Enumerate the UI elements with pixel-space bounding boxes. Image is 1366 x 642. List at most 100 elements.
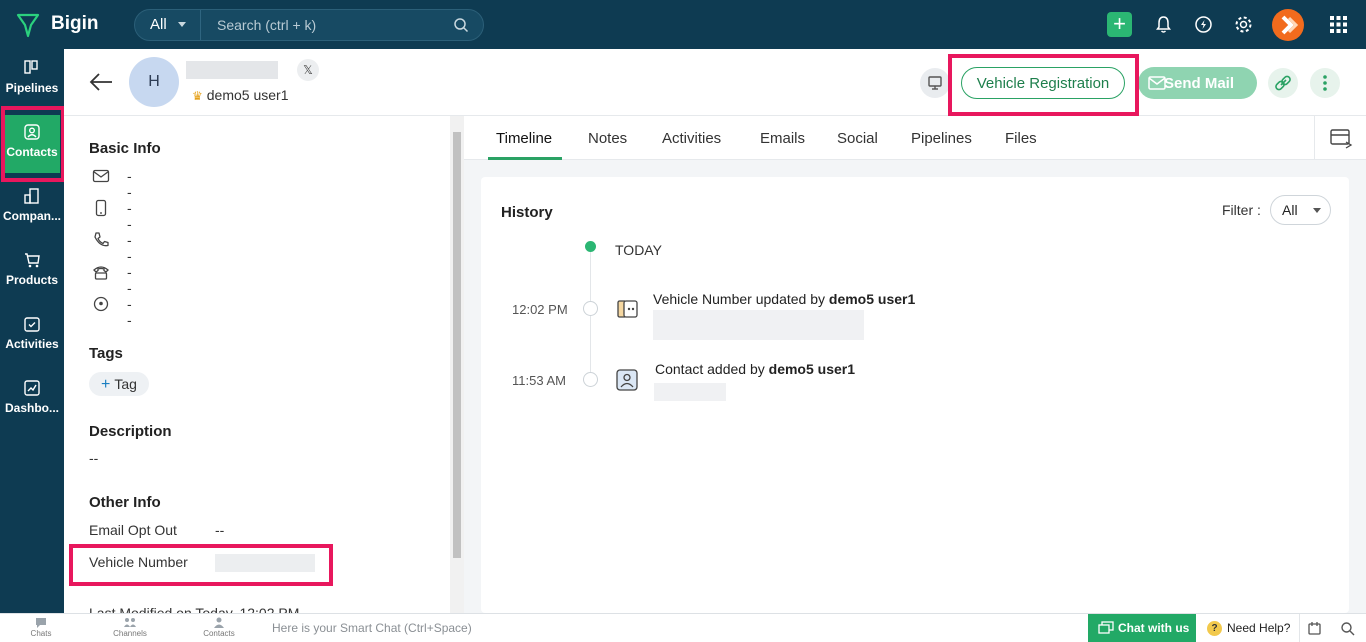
info-value-email: -- bbox=[127, 168, 132, 200]
search-icon[interactable] bbox=[453, 17, 469, 33]
entry-user[interactable]: demo5 user1 bbox=[769, 361, 855, 377]
dashboards-icon bbox=[24, 380, 40, 396]
upgrade-icon[interactable] bbox=[1191, 12, 1216, 37]
search-scope-dropdown[interactable]: All bbox=[135, 10, 201, 40]
add-tag-button[interactable]: + Tag bbox=[89, 372, 149, 396]
bottom-item-chats[interactable]: Chats bbox=[11, 616, 71, 638]
need-help-button[interactable]: ? Need Help? bbox=[1196, 614, 1300, 642]
landline-phone-icon bbox=[93, 266, 109, 280]
global-search: All bbox=[134, 9, 484, 41]
entry-detail-redacted bbox=[653, 310, 864, 340]
bottom-item-channels[interactable]: Channels bbox=[100, 616, 160, 638]
tab-pipelines[interactable]: Pipelines bbox=[911, 130, 972, 147]
screen-share-button[interactable] bbox=[920, 68, 950, 98]
user-avatar[interactable] bbox=[1272, 9, 1304, 41]
more-options-button[interactable] bbox=[1310, 68, 1340, 98]
record-tabs: Timeline Notes Activities Emails Social … bbox=[464, 116, 1366, 160]
nav-item-activities[interactable]: Activities bbox=[0, 307, 64, 365]
description-value: -- bbox=[89, 450, 99, 466]
search-icon[interactable] bbox=[1340, 621, 1355, 636]
link-icon bbox=[1275, 75, 1291, 91]
last-modified-text: Last Modified on Today, 12:02 PM bbox=[89, 605, 300, 613]
details-scrollbar[interactable] bbox=[450, 116, 464, 613]
back-arrow-icon[interactable] bbox=[88, 71, 114, 93]
tab-timeline[interactable]: Timeline bbox=[496, 130, 552, 147]
info-value-landline: -- bbox=[127, 264, 132, 296]
timeline-dot bbox=[583, 301, 598, 316]
record-header: H 𝕏 ♛ demo5 user1 Vehicle Registration Se… bbox=[64, 49, 1366, 116]
entry-user[interactable]: demo5 user1 bbox=[829, 291, 915, 307]
bottom-label-channels: Channels bbox=[113, 629, 147, 638]
edit-link-button[interactable] bbox=[1268, 68, 1298, 98]
bigin-logo-icon[interactable] bbox=[16, 12, 40, 38]
top-bar: Bigin All + bbox=[0, 0, 1366, 49]
search-scope-label: All bbox=[150, 16, 167, 33]
app-grid-icon[interactable] bbox=[1326, 12, 1351, 37]
contact-person-icon bbox=[214, 617, 224, 628]
crown-icon: ♛ bbox=[192, 89, 203, 103]
email-icon bbox=[92, 169, 110, 183]
bottom-label-contacts: Contacts bbox=[203, 629, 235, 638]
today-label: TODAY bbox=[615, 242, 662, 258]
bottom-item-contacts[interactable]: Contacts bbox=[189, 616, 249, 638]
contact-details-panel: Basic Info -- -- -- -- -- Tags + Tag Desc… bbox=[64, 116, 450, 613]
notification-bell-icon[interactable] bbox=[1151, 12, 1176, 37]
entry-text: Contact added by bbox=[655, 361, 769, 377]
tab-social[interactable]: Social bbox=[837, 130, 878, 147]
notes-icon[interactable] bbox=[1307, 621, 1322, 636]
x-social-icon[interactable]: 𝕏 bbox=[297, 59, 319, 81]
nav-item-pipelines[interactable]: Pipelines bbox=[0, 51, 64, 109]
highlight-box-vehicle-registration bbox=[948, 54, 1139, 116]
add-tag-label: Tag bbox=[114, 376, 137, 392]
app-name: Bigin bbox=[51, 13, 99, 34]
companies-icon bbox=[24, 188, 39, 204]
filter-label: Filter : bbox=[1222, 202, 1261, 218]
chat-window-icon bbox=[1098, 621, 1114, 634]
nav-item-products[interactable]: Products bbox=[0, 243, 64, 301]
last-modified: Last Modified on Today, 12:02 PM bbox=[89, 605, 299, 613]
entry-detail-redacted bbox=[654, 383, 726, 401]
timeline-dot bbox=[583, 372, 598, 387]
details-scrollbar-thumb[interactable] bbox=[453, 132, 461, 558]
phone-icon bbox=[94, 232, 109, 247]
products-icon bbox=[25, 253, 40, 268]
tab-emails[interactable]: Emails bbox=[760, 130, 805, 147]
record-owner[interactable]: ♛ demo5 user1 bbox=[192, 87, 288, 103]
channels-group-icon bbox=[124, 618, 136, 627]
mail-icon bbox=[1148, 76, 1166, 90]
tags-title: Tags bbox=[89, 345, 123, 362]
tab-activities[interactable]: Activities bbox=[662, 130, 721, 147]
smart-chat-input[interactable] bbox=[262, 614, 1088, 642]
nav-item-companies[interactable]: Compan... bbox=[0, 179, 64, 237]
monitor-icon bbox=[928, 76, 942, 90]
entry-time: 12:02 PM bbox=[512, 302, 568, 317]
mobile-icon bbox=[95, 199, 107, 217]
contact-card-icon bbox=[616, 369, 638, 391]
tab-notes[interactable]: Notes bbox=[588, 130, 627, 147]
settings-gear-icon[interactable] bbox=[1231, 12, 1256, 37]
plus-icon: + bbox=[101, 376, 111, 393]
chat-with-us-button[interactable]: Chat with us bbox=[1088, 614, 1196, 642]
field-update-icon bbox=[617, 300, 638, 318]
filter-value: All bbox=[1282, 202, 1298, 218]
pipelines-icon bbox=[24, 60, 38, 74]
filter-dropdown[interactable]: All bbox=[1270, 195, 1331, 225]
nav-label-activities: Activities bbox=[5, 337, 59, 351]
chat-bubble-icon bbox=[36, 618, 46, 628]
bottom-label-chats: Chats bbox=[30, 629, 52, 638]
entry-description: Vehicle Number updated by demo5 user1 bbox=[653, 291, 915, 307]
contact-avatar: H bbox=[129, 57, 179, 107]
history-title: History bbox=[501, 204, 553, 221]
bottom-bar: Chats Channels Contacts Chat with us ? N… bbox=[0, 613, 1366, 642]
today-marker bbox=[585, 241, 596, 252]
tab-files[interactable]: Files bbox=[1005, 130, 1037, 147]
description-title: Description bbox=[89, 423, 172, 440]
nav-item-dashboards[interactable]: Dashbo... bbox=[0, 371, 64, 429]
need-help-label: Need Help? bbox=[1227, 621, 1291, 635]
customize-tabs-button[interactable] bbox=[1314, 116, 1366, 160]
email-opt-out-value: -- bbox=[215, 522, 225, 538]
history-card: History Filter : All TODAY 12:02 PM Vehi… bbox=[481, 177, 1349, 613]
search-input[interactable] bbox=[217, 10, 447, 40]
quick-create-button[interactable]: + bbox=[1107, 12, 1132, 37]
send-mail-button[interactable]: Send Mail bbox=[1138, 67, 1257, 99]
